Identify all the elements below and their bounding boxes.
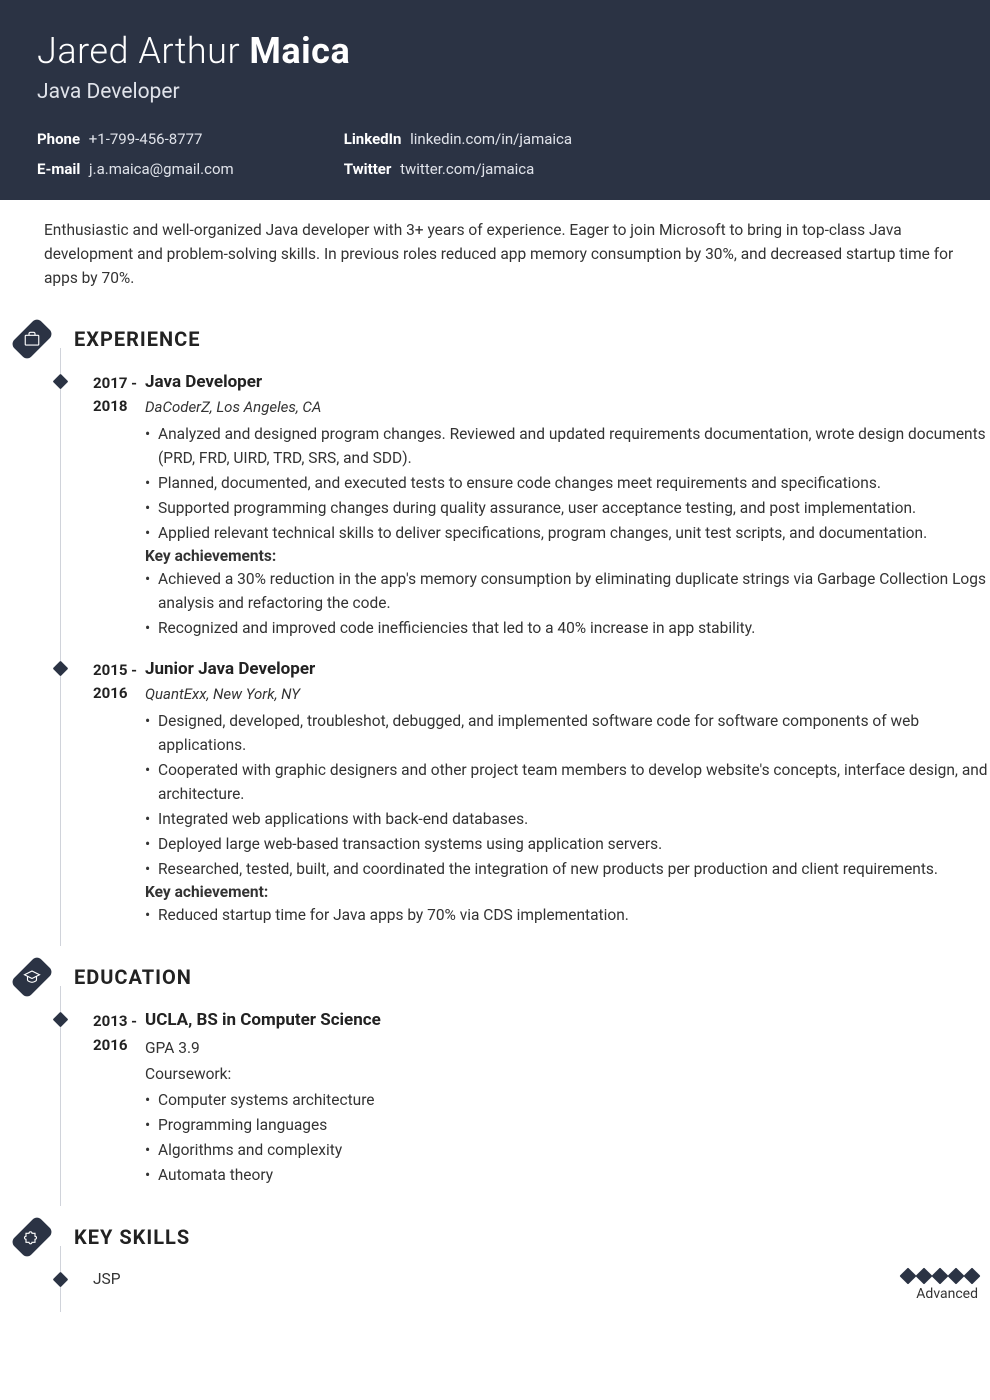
bullet-item: Designed, developed, troubleshot, debugg… <box>145 709 990 757</box>
rating-level: Advanced <box>902 1286 978 1302</box>
contact-email: E-mail j.a.maica@gmail.com <box>37 160 234 178</box>
achievements-label: Key achievements: <box>145 547 990 565</box>
twitter-label: Twitter <box>344 160 392 178</box>
bullet-item: Applied relevant technical skills to del… <box>145 521 990 545</box>
entry-body: UCLA, BS in Computer Science GPA 3.9 Cou… <box>145 1010 990 1188</box>
summary-text: Enthusiastic and well-organized Java dev… <box>0 200 990 308</box>
email-label: E-mail <box>37 160 80 178</box>
experience-title: EXPERIENCE <box>74 327 200 351</box>
bullet-item: Supported programming changes during qua… <box>145 496 990 520</box>
education-header: EDUCATION <box>0 946 990 1010</box>
bullet-item: Analyzed and designed program changes. R… <box>145 422 990 470</box>
bullet-item: Automata theory <box>145 1163 990 1187</box>
twitter-value: twitter.com/jamaica <box>400 160 534 178</box>
entry-bullets: Analyzed and designed program changes. R… <box>145 422 990 545</box>
experience-icon-wrap <box>0 320 44 358</box>
coursework-list: Computer systems architecture Programmin… <box>145 1088 990 1187</box>
entry-company: QuantExx, New York, NY <box>145 685 990 703</box>
entry-date: 2017 - 2018 <box>60 372 145 641</box>
achievements-list: Reduced startup time for Java apps by 70… <box>145 903 990 927</box>
education-title: EDUCATION <box>74 965 192 989</box>
resume-header: Jared Arthur Maica Java Developer Phone … <box>0 0 990 200</box>
experience-section: EXPERIENCE 2017 - 2018 Java Developer Da… <box>0 308 990 946</box>
achievements-label: Key achievement: <box>145 883 990 901</box>
gpa: GPA 3.9 <box>145 1036 990 1060</box>
email-value: j.a.maica@gmail.com <box>89 160 234 178</box>
coursework-label: Coursework: <box>145 1062 990 1086</box>
contact-linkedin: LinkedIn linkedin.com/in/jamaica <box>344 130 572 148</box>
bullet-item: Researched, tested, built, and coordinat… <box>145 857 990 881</box>
education-icon-wrap <box>0 958 44 996</box>
entry-body: Junior Java Developer QuantExx, New York… <box>145 659 990 928</box>
timeline-marker <box>0 372 60 641</box>
linkedin-label: LinkedIn <box>344 130 402 148</box>
full-name: Jared Arthur Maica <box>37 30 953 72</box>
bullet-item: Deployed large web-based transaction sys… <box>145 832 990 856</box>
bullet-item: Planned, documented, and executed tests … <box>145 471 990 495</box>
entry-bullets: Designed, developed, troubleshot, debugg… <box>145 709 990 881</box>
timeline-marker <box>0 659 60 928</box>
rating-diamond-icon <box>948 1268 965 1285</box>
experience-header: EXPERIENCE <box>0 308 990 372</box>
graduation-cap-icon <box>10 955 54 999</box>
bullet-item: Algorithms and complexity <box>145 1138 990 1162</box>
entry-body: Java Developer DaCoderZ, Los Angeles, CA… <box>145 372 990 641</box>
timeline-marker <box>0 1270 60 1302</box>
entry-title: Junior Java Developer <box>145 659 990 679</box>
rating-diamond-icon <box>932 1268 949 1285</box>
skill-name: JSP <box>60 1270 902 1302</box>
bullet-item: Integrated web applications with back-en… <box>145 807 990 831</box>
experience-entry: 2017 - 2018 Java Developer DaCoderZ, Los… <box>0 372 990 659</box>
last-name: Maica <box>249 30 350 72</box>
rating-diamond-icon <box>900 1268 917 1285</box>
rating-diamond-icon <box>964 1268 981 1285</box>
job-title: Java Developer <box>37 80 953 104</box>
entry-title: UCLA, BS in Computer Science <box>145 1010 990 1030</box>
education-section: EDUCATION 2013 - 2016 UCLA, BS in Comput… <box>0 946 990 1206</box>
entry-company: DaCoderZ, Los Angeles, CA <box>145 398 990 416</box>
experience-entry: 2015 - 2016 Junior Java Developer QuantE… <box>0 659 990 946</box>
entry-title: Java Developer <box>145 372 990 392</box>
timeline-marker <box>0 1010 60 1188</box>
bullet-item: Achieved a 30% reduction in the app's me… <box>145 567 990 615</box>
bullet-item: Reduced startup time for Java apps by 70… <box>145 903 990 927</box>
contacts: Phone +1-799-456-8777 E-mail j.a.maica@g… <box>37 130 953 178</box>
briefcase-icon <box>10 317 54 361</box>
linkedin-value: linkedin.com/in/jamaica <box>410 130 572 148</box>
skills-header: KEY SKILLS <box>0 1206 990 1270</box>
bullet-item: Programming languages <box>145 1113 990 1137</box>
contact-twitter: Twitter twitter.com/jamaica <box>344 160 572 178</box>
phone-label: Phone <box>37 130 80 148</box>
puzzle-icon <box>10 1215 54 1259</box>
education-entry: 2013 - 2016 UCLA, BS in Computer Science… <box>0 1010 990 1206</box>
contact-phone: Phone +1-799-456-8777 <box>37 130 234 148</box>
skills-icon-wrap <box>0 1218 44 1256</box>
achievements-list: Achieved a 30% reduction in the app's me… <box>145 567 990 640</box>
bullet-item: Cooperated with graphic designers and ot… <box>145 758 990 806</box>
contacts-col-2: LinkedIn linkedin.com/in/jamaica Twitter… <box>344 130 572 178</box>
bullet-item: Recognized and improved code inefficienc… <box>145 616 990 640</box>
skill-rating: Advanced <box>902 1270 990 1302</box>
skills-section: KEY SKILLS JSP Advanced <box>0 1206 990 1312</box>
rating-diamond-icon <box>916 1268 933 1285</box>
entry-date: 2015 - 2016 <box>60 659 145 928</box>
entry-date: 2013 - 2016 <box>60 1010 145 1188</box>
rating-diamonds <box>902 1270 978 1282</box>
phone-value: +1-799-456-8777 <box>89 130 203 148</box>
first-middle-name: Jared Arthur <box>37 30 240 72</box>
skills-title: KEY SKILLS <box>74 1225 190 1249</box>
skill-entry: JSP Advanced <box>0 1270 990 1312</box>
contacts-col-1: Phone +1-799-456-8777 E-mail j.a.maica@g… <box>37 130 234 178</box>
bullet-item: Computer systems architecture <box>145 1088 990 1112</box>
